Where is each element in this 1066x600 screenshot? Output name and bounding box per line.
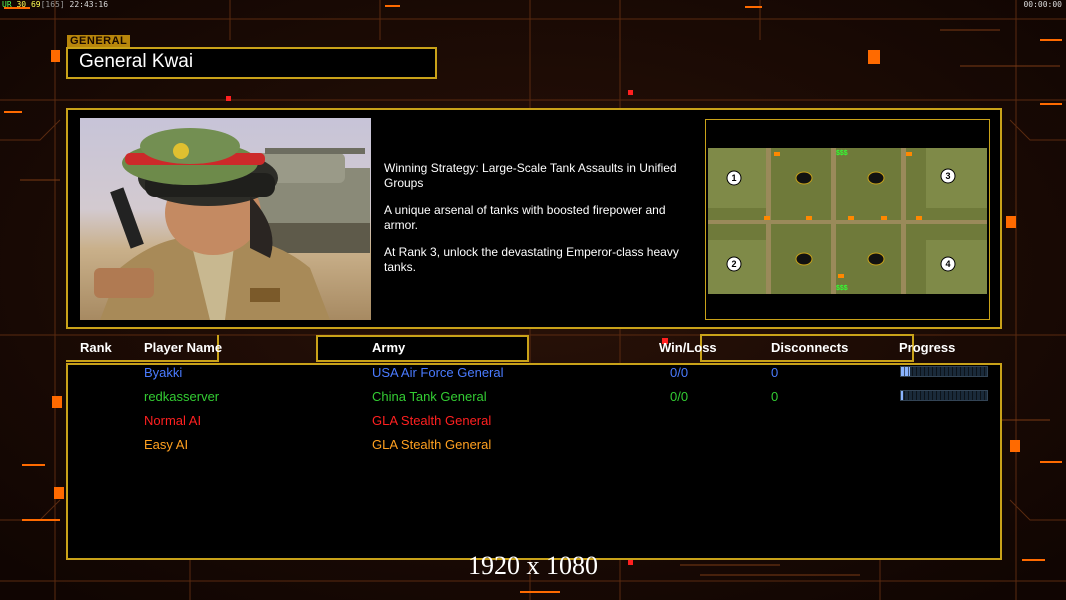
player-name: redkasserver <box>144 389 220 404</box>
general-title-box: General Kwai <box>66 47 437 79</box>
description-arsenal: A unique arsenal of tanks with boosted f… <box>384 203 666 232</box>
player-army: GLA Stealth General <box>372 413 492 428</box>
player-army: GLA Stealth General <box>372 437 492 452</box>
hud-stat-a: UR <box>2 0 12 9</box>
player-progress-bar <box>900 390 988 401</box>
col-header-disconnects[interactable]: Disconnects <box>771 340 848 355</box>
hud-stats: UR 30 69[165] 22:43:16 <box>2 0 108 9</box>
col-header-player-name[interactable]: Player Name <box>144 340 222 355</box>
map-marker-2: 2 <box>731 259 736 269</box>
player-win-loss: 0/0 <box>670 389 689 404</box>
map-money-top: $$$ <box>836 150 848 157</box>
player-disconnects: 0 <box>771 365 779 380</box>
general-description: Winning Strategy: Large-Scale Tank Assau… <box>384 161 696 287</box>
player-army: China Tank General <box>372 389 487 404</box>
player-disconnects: 0 <box>771 389 779 404</box>
hud-stat-b: 30 <box>16 0 27 9</box>
player-name: Byakki <box>144 365 183 380</box>
col-header-rank[interactable]: Rank <box>80 340 112 355</box>
resolution-label: 1920 x 1080 <box>468 551 598 580</box>
map-marker-3: 3 <box>945 171 950 181</box>
hud-stat-c: 69 <box>30 0 41 9</box>
general-portrait <box>80 118 371 320</box>
general-name: General Kwai <box>79 51 194 72</box>
description-rank-unlock: At Rank 3, unlock the devastating Empero… <box>384 245 679 274</box>
player-name: Normal AI <box>144 413 202 428</box>
army-header-box <box>316 335 529 362</box>
hud-clock: 22:43:16 <box>69 0 109 9</box>
description-strategy: Winning Strategy: Large-Scale Tank Assau… <box>384 161 677 190</box>
map-marker-4: 4 <box>945 259 950 269</box>
map-preview: 1 3 2 4 $$$ $$$ <box>705 119 990 320</box>
hud-timer: 00:00:00 <box>1023 0 1062 9</box>
player-name: Easy AI <box>144 437 189 452</box>
player-win-loss: 0/0 <box>670 365 689 380</box>
col-header-progress[interactable]: Progress <box>899 340 955 355</box>
player-progress-bar <box>900 366 988 377</box>
col-header-win-loss[interactable]: Win/Loss <box>659 340 717 355</box>
col-header-army[interactable]: Army <box>372 340 405 355</box>
map-marker-1: 1 <box>731 173 736 183</box>
player-army: USA Air Force General <box>372 365 504 380</box>
hud-stat-d: [165] <box>40 0 65 9</box>
map-money-bottom: $$$ <box>836 285 848 292</box>
